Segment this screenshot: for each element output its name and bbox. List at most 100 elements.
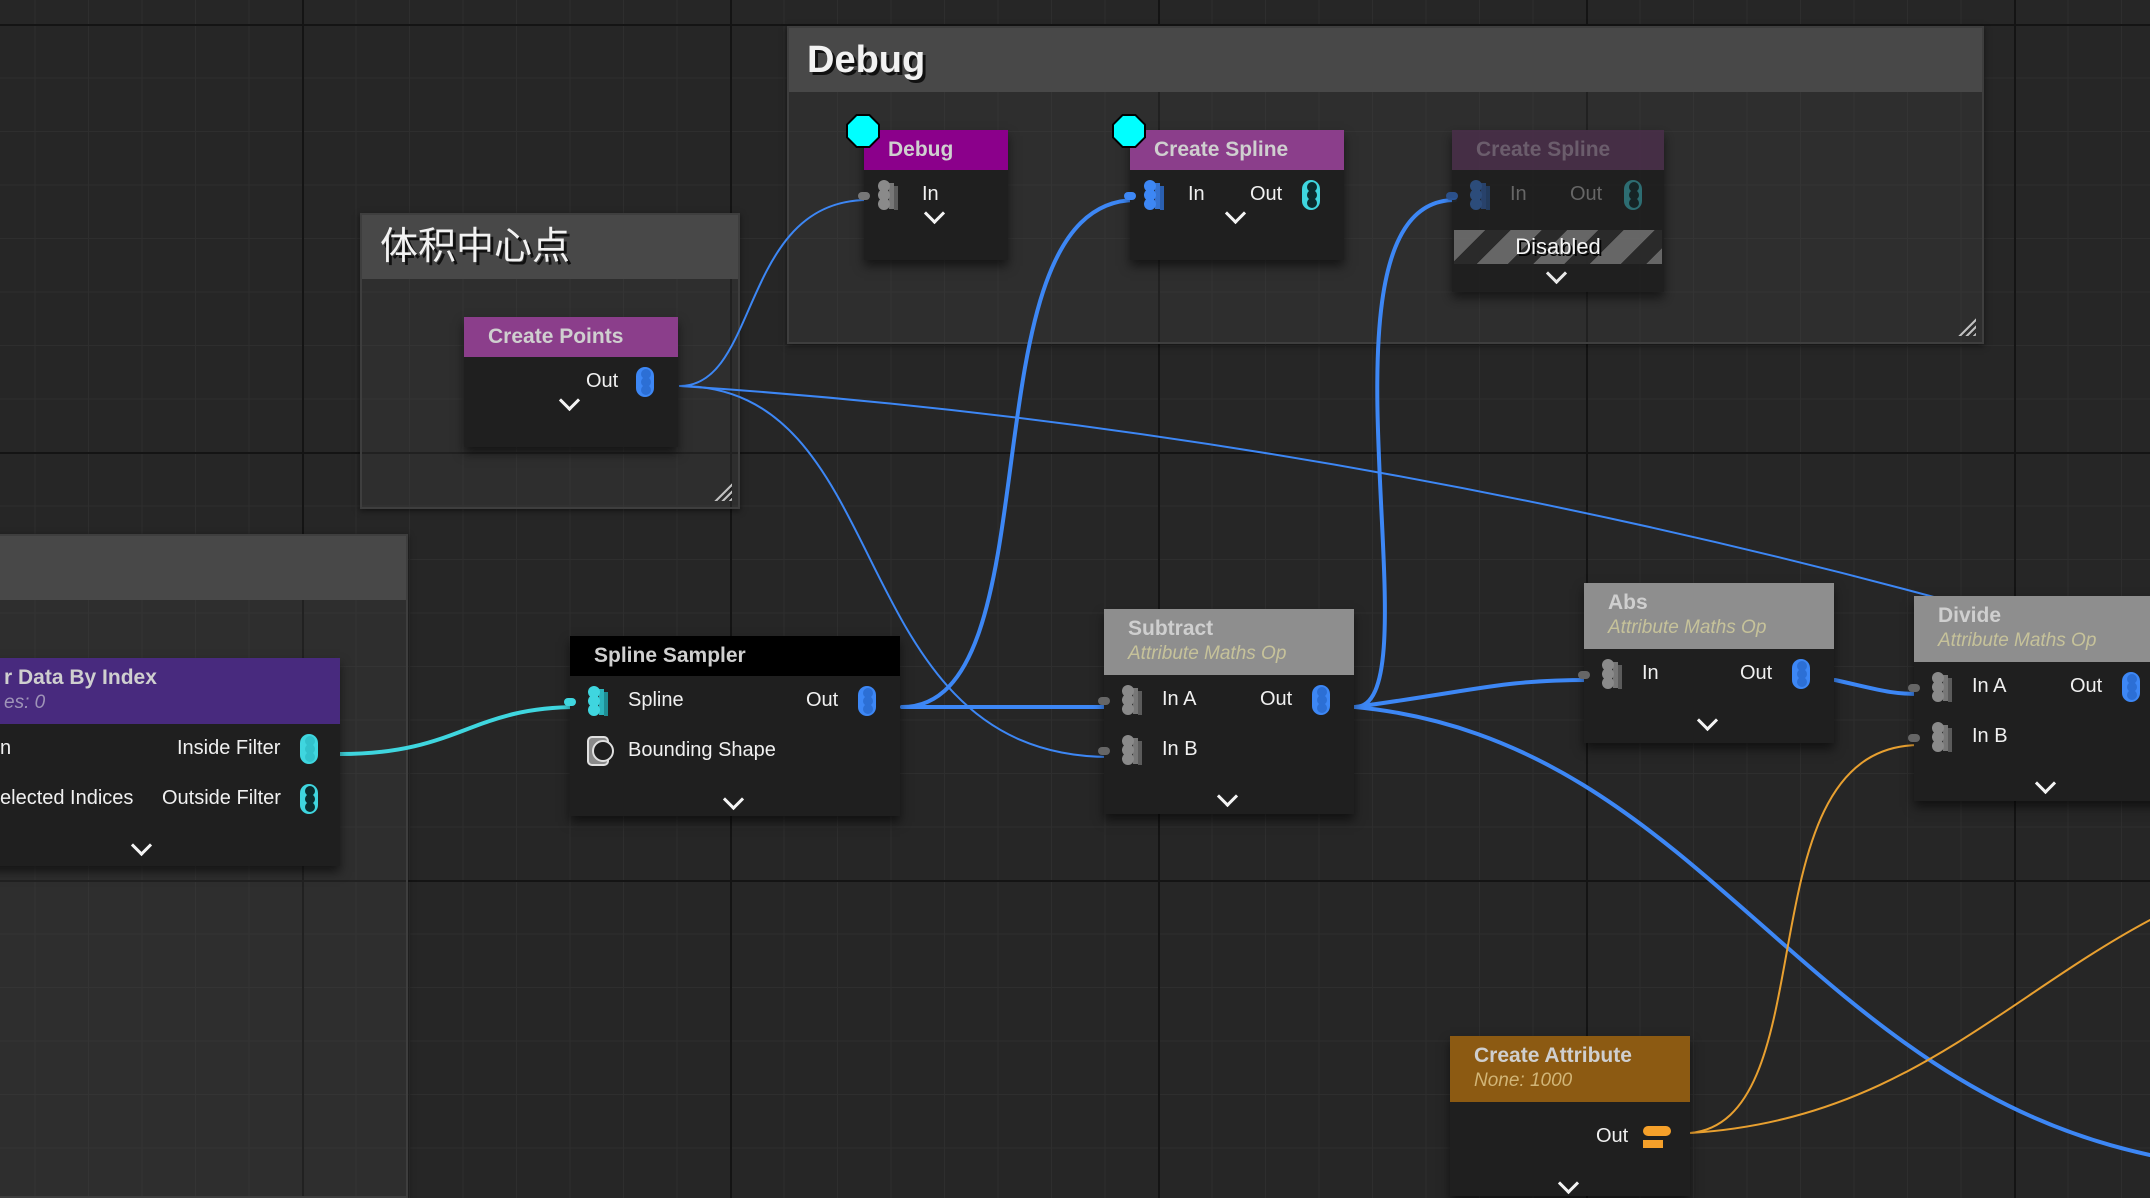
point-data-pin-icon[interactable] xyxy=(2120,670,2142,704)
node-header[interactable]: Divide Attribute Maths Op xyxy=(1914,596,2150,662)
node-header[interactable]: r Data By Index es: 0 xyxy=(0,658,340,724)
node-title: Create Spline xyxy=(1154,138,1289,161)
pin-row: Spline Out xyxy=(564,676,900,726)
spline-data-pin-icon[interactable] xyxy=(1622,178,1644,212)
node-abs[interactable]: Abs Attribute Maths Op In Out xyxy=(1578,583,1834,743)
comment-box-left-group[interactable] xyxy=(0,534,408,1198)
disabled-label: Disabled xyxy=(1515,234,1601,259)
pin-row: In B xyxy=(1908,712,2150,762)
pin-label: In xyxy=(922,183,939,205)
node-subtract[interactable]: Subtract Attribute Maths Op In A Out In … xyxy=(1098,609,1354,814)
pin-label-selected: elected Indices xyxy=(0,787,134,809)
point-data-pin-icon[interactable] xyxy=(1142,178,1172,212)
node-header[interactable]: Abs Attribute Maths Op xyxy=(1584,583,1834,649)
debug-marker-icon[interactable] xyxy=(848,116,878,146)
pin-connector[interactable] xyxy=(1124,192,1136,200)
node-subtitle: None: 1000 xyxy=(1474,1070,1573,1091)
node-header[interactable]: Create Points xyxy=(464,317,678,357)
node-subtitle: es: 0 xyxy=(4,692,46,713)
bounding-shape-pin-icon[interactable] xyxy=(586,734,616,768)
resize-handle-icon[interactable] xyxy=(1958,318,1976,336)
comment-title: Debug xyxy=(789,28,1982,92)
pin-connector[interactable] xyxy=(1098,747,1110,755)
node-title: r Data By Index xyxy=(4,666,157,689)
comment-title xyxy=(0,536,406,600)
pin-label-in-a: In A xyxy=(1972,675,2007,697)
pin-row: In Out xyxy=(1446,170,1664,220)
expand-chevron-icon[interactable] xyxy=(1696,709,1719,732)
attribute-pin-icon[interactable] xyxy=(1600,657,1630,691)
pin-label-inside: Inside Filter xyxy=(177,737,281,759)
pin-connector[interactable] xyxy=(1908,734,1920,742)
pin-label-bounding: Bounding Shape xyxy=(628,739,776,761)
pin-row: In Out xyxy=(1578,649,1834,699)
pin-label-out: Out xyxy=(1570,183,1603,205)
spline-data-pin-icon[interactable] xyxy=(298,732,320,766)
attribute-pin-icon[interactable] xyxy=(1120,683,1150,717)
node-title: Create Spline xyxy=(1476,138,1611,161)
node-header[interactable]: Spline Sampler xyxy=(570,636,900,676)
node-create-spline[interactable]: Create Spline In Out xyxy=(1124,130,1344,260)
point-data-pin-icon[interactable] xyxy=(876,178,906,212)
expand-chevron-icon[interactable] xyxy=(2034,772,2057,795)
node-title: Create Attribute xyxy=(1474,1044,1632,1067)
pin-connector[interactable] xyxy=(1578,671,1590,679)
node-header[interactable]: Subtract Attribute Maths Op xyxy=(1104,609,1354,675)
pin-label-in-b: In B xyxy=(1972,725,2008,747)
node-subtitle: Attribute Maths Op xyxy=(1938,630,2097,651)
point-data-pin-icon[interactable] xyxy=(856,684,878,718)
node-header[interactable]: Create Spline xyxy=(1130,130,1344,170)
node-spline-sampler[interactable]: Spline Sampler Spline Out Bounding Shape xyxy=(564,636,900,816)
expand-chevron-icon[interactable] xyxy=(1545,262,1568,285)
node-debug[interactable]: Debug In xyxy=(858,130,1008,260)
pin-connector[interactable] xyxy=(1908,684,1920,692)
pin-connector[interactable] xyxy=(1446,192,1458,200)
spline-data-pin-icon[interactable] xyxy=(1300,178,1322,212)
node-create-attribute[interactable]: Create Attribute None: 1000 Out xyxy=(1450,1036,1690,1196)
expand-chevron-icon[interactable] xyxy=(722,788,745,811)
node-header[interactable]: Debug xyxy=(864,130,1008,170)
pin-label-out: Out xyxy=(2070,675,2103,697)
wire-attribute-to-divide-in-b xyxy=(1689,744,1921,1134)
expand-chevron-icon[interactable] xyxy=(1557,1172,1580,1195)
expand-chevron-icon[interactable] xyxy=(130,834,153,857)
node-title: Create Points xyxy=(488,325,624,348)
wire-attribute-to-offscreen xyxy=(1689,919,2150,1134)
attribute-pin-icon[interactable] xyxy=(1120,733,1150,767)
comment-title: 体积中心点 xyxy=(362,215,738,279)
pin-connector[interactable] xyxy=(858,192,870,200)
point-data-pin-icon[interactable] xyxy=(1790,657,1812,691)
node-create-points[interactable]: Create Points Out xyxy=(464,317,678,447)
pin-label-in: n xyxy=(0,737,12,759)
pin-connector[interactable] xyxy=(564,698,576,706)
debug-marker-icon[interactable] xyxy=(1114,116,1144,146)
resize-handle-icon[interactable] xyxy=(714,483,732,501)
node-subtitle: Attribute Maths Op xyxy=(1128,643,1287,664)
node-divide[interactable]: Divide Attribute Maths Op In A Out In B xyxy=(1908,596,2150,801)
pin-label-in-a: In A xyxy=(1162,688,1197,710)
wire-create-points-to-divide xyxy=(679,385,1946,601)
spline-data-pin-icon[interactable] xyxy=(586,684,616,718)
point-data-pin-icon[interactable] xyxy=(1468,178,1498,212)
node-subtitle: Attribute Maths Op xyxy=(1608,617,1767,638)
pin-label-in-b: In B xyxy=(1162,738,1198,760)
attribute-set-pin-icon[interactable] xyxy=(1642,1120,1672,1154)
attribute-pin-icon[interactable] xyxy=(1930,670,1960,704)
node-create-spline-disabled[interactable]: Create Spline In Out Disabled xyxy=(1446,130,1664,292)
point-data-pin-icon[interactable] xyxy=(1310,683,1332,717)
attribute-pin-icon[interactable] xyxy=(1930,720,1960,754)
expand-chevron-icon[interactable] xyxy=(1216,785,1239,808)
pin-row: In B xyxy=(1098,725,1354,775)
pin-label-out: Out xyxy=(1250,183,1283,205)
node-header[interactable]: Create Spline xyxy=(1452,130,1664,170)
pin-label-out: Out xyxy=(1260,688,1293,710)
node-filter-data-by-index[interactable]: r Data By Index es: 0 n Inside Filter el… xyxy=(0,658,340,866)
pin-row: n Inside Filter xyxy=(0,724,340,774)
pin-row: In A Out xyxy=(1098,675,1354,725)
point-data-pin-icon[interactable] xyxy=(634,365,656,399)
spline-data-pin-icon[interactable] xyxy=(298,782,320,816)
node-title: Spline Sampler xyxy=(594,644,746,667)
node-header[interactable]: Create Attribute None: 1000 xyxy=(1450,1036,1690,1102)
pin-connector[interactable] xyxy=(1098,697,1110,705)
pin-row: Bounding Shape xyxy=(570,726,900,776)
